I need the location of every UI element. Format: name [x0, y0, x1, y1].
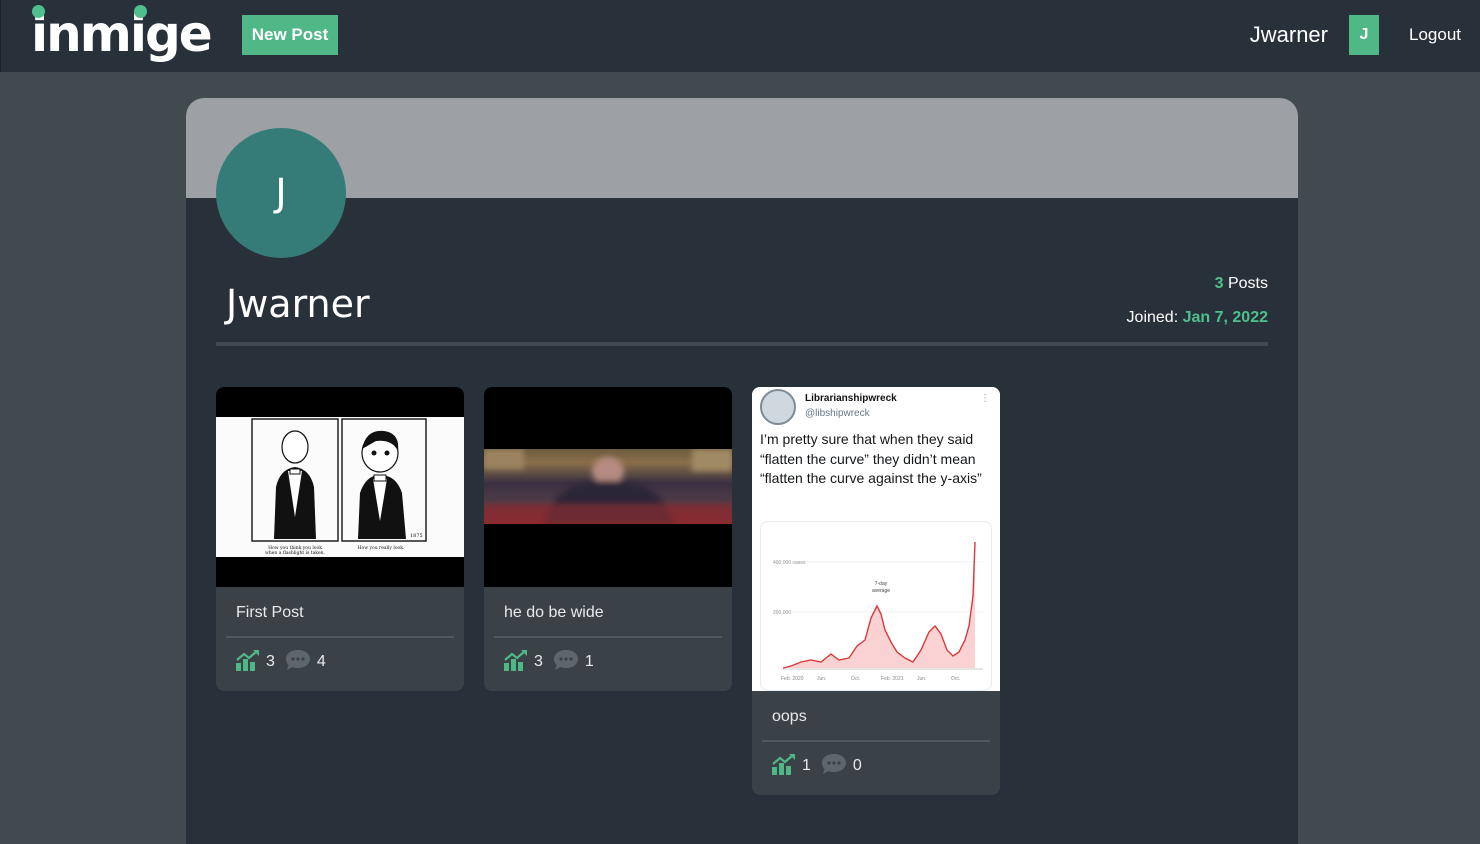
posts-count-label: Posts [1227, 275, 1268, 292]
comments-value: 4 [316, 653, 326, 670]
chart-x-label: Feb. 2021 [881, 676, 904, 682]
post-stats: 3 1 [504, 649, 604, 675]
nav-avatar[interactable]: J [1349, 15, 1379, 55]
speech-bubble-icon[interactable] [821, 753, 847, 780]
comments-value: 0 [852, 757, 862, 774]
logo-dot [134, 5, 147, 18]
profile-name: Jwarner [226, 282, 370, 326]
tweet-screenshot: Librarianshipwreck @libshipwreck ⋮ I’m p… [752, 387, 1000, 691]
post-divider [226, 636, 454, 638]
chart-y-label: 400,000 cases [773, 560, 806, 566]
tweet-avatar [760, 389, 796, 425]
logo-dot [32, 5, 45, 18]
chart-y-label: 200,000 [773, 610, 791, 616]
post-divider [762, 740, 990, 742]
logo[interactable]: inmige [31, 6, 213, 62]
comments-value: 1 [584, 653, 594, 670]
post-title[interactable]: he do be wide [504, 603, 604, 623]
score-value: 1 [802, 757, 811, 774]
chart-x-label: Oct. [851, 676, 860, 682]
navbar: inmige New Post Jwarner J Logout [0, 0, 1480, 72]
tweet-text: I’m pretty sure that when they said “fla… [760, 431, 982, 486]
more-icon: ⋮ [980, 393, 990, 404]
post-card[interactable]: 1875 How you think you look when a flash… [216, 387, 464, 691]
score-value: 3 [266, 653, 275, 670]
post-image[interactable]: Librarianshipwreck @libshipwreck ⋮ I’m p… [752, 387, 1000, 691]
post-title[interactable]: oops [772, 707, 807, 727]
joined-label: Joined: [1126, 309, 1179, 326]
post-divider [494, 636, 722, 638]
speech-bubble-icon[interactable] [553, 649, 579, 676]
post-stats: 3 4 [236, 649, 336, 675]
comic-caption: How you really look. [358, 545, 405, 551]
comic-caption: when a flashlight is taken. [265, 550, 326, 556]
posts-count-value: 3 [1214, 275, 1224, 292]
speech-bubble-icon[interactable] [285, 649, 311, 676]
profile-banner [186, 98, 1298, 198]
tweet-handle: @libshipwreck [805, 408, 870, 419]
chart-up-icon[interactable] [772, 753, 796, 780]
comic-image: 1875 How you think you look when a flash… [216, 417, 464, 557]
chart-note: 7-day [875, 581, 888, 587]
chart-note: average [872, 588, 890, 594]
nav-username[interactable]: Jwarner [1250, 21, 1328, 49]
tweet-name: Librarianshipwreck [805, 393, 897, 404]
post-card[interactable]: Librarianshipwreck @libshipwreck ⋮ I’m p… [752, 387, 1000, 795]
score-value: 3 [534, 653, 543, 670]
joined-date-value: Jan 7, 2022 [1182, 309, 1268, 326]
chart-up-icon[interactable] [504, 649, 528, 676]
chart-x-label: Feb. 2020 [781, 676, 804, 682]
video-frame [484, 449, 732, 524]
profile-divider [216, 342, 1268, 346]
profile-avatar: J [216, 128, 346, 258]
post-image[interactable] [484, 387, 732, 587]
tweet-chart: 400,000 cases 200,000 7-day average Feb.… [760, 521, 992, 691]
joined-date: Joined: Jan 7, 2022 [1127, 308, 1268, 328]
chart-x-label: Jun. [917, 676, 926, 682]
chart-up-icon[interactable] [236, 649, 260, 676]
chart-x-label: Oct. [951, 676, 960, 682]
post-image[interactable]: 1875 How you think you look when a flash… [216, 387, 464, 587]
post-title[interactable]: First Post [236, 603, 304, 623]
posts-count: 3 Posts [1215, 274, 1268, 294]
logout-link[interactable]: Logout [1409, 24, 1461, 46]
chart-x-label: Jun. [817, 676, 826, 682]
post-card[interactable]: he do be wide 3 1 [484, 387, 732, 691]
post-stats: 1 0 [772, 753, 872, 779]
comic-signature: 1875 [410, 533, 423, 539]
new-post-button[interactable]: New Post [242, 15, 338, 55]
